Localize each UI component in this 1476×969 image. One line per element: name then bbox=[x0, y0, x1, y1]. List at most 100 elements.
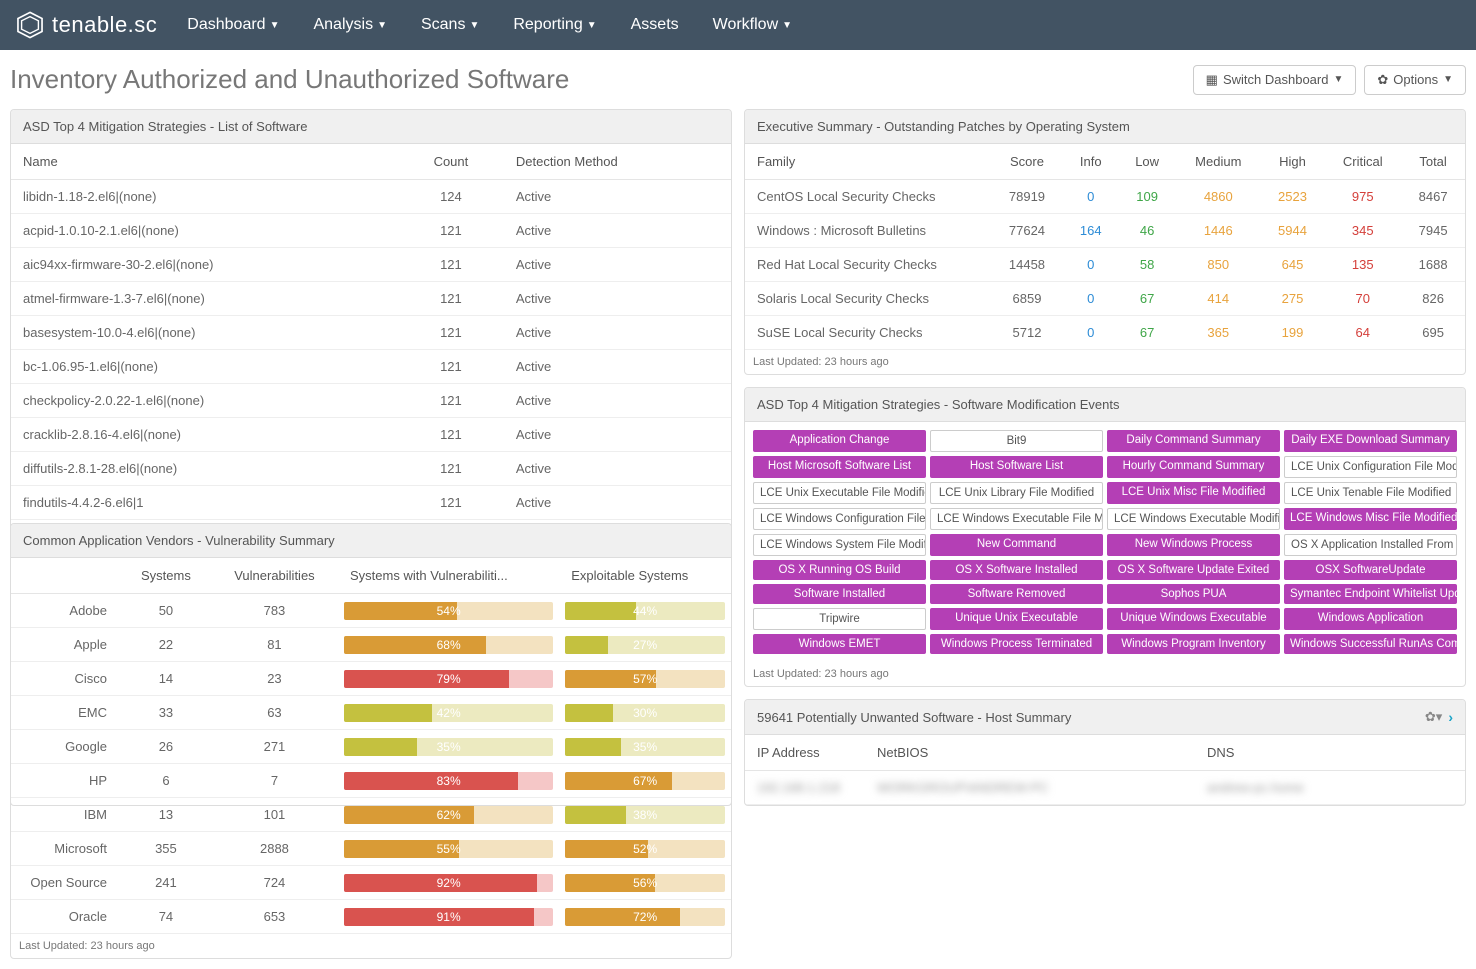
event-tag[interactable]: Unique Unix Executable bbox=[930, 608, 1103, 630]
brand-logo[interactable]: tenable.sc bbox=[16, 11, 157, 39]
event-tag[interactable]: Software Installed bbox=[753, 584, 926, 604]
event-tag[interactable]: Tripwire bbox=[753, 608, 926, 630]
table-row[interactable]: Red Hat Local Security Checks 14458 0 58… bbox=[745, 248, 1465, 282]
header-buttons: ▦ Switch Dashboard ▼ ✿ Options ▼ bbox=[1193, 65, 1466, 95]
table-row[interactable]: Windows : Microsoft Bulletins 77624 164 … bbox=[745, 214, 1465, 248]
pus-panel: 59641 Potentially Unwanted Software - Ho… bbox=[744, 699, 1466, 806]
table-row[interactable]: bc-1.06.95-1.el6|(none)121Active bbox=[11, 350, 731, 384]
event-tag[interactable]: Host Software List bbox=[930, 456, 1103, 478]
event-tag[interactable]: Symantec Endpoint Whitelist Upd bbox=[1284, 584, 1457, 604]
chevron-right-icon[interactable]: › bbox=[1448, 709, 1453, 725]
table-row[interactable]: cracklib-2.8.16-4.el6|(none)121Active bbox=[11, 418, 731, 452]
event-tag[interactable]: Windows Application bbox=[1284, 608, 1457, 630]
event-tag[interactable]: Daily EXE Download Summary bbox=[1284, 430, 1457, 452]
panel-title-row: 59641 Potentially Unwanted Software - Ho… bbox=[745, 700, 1465, 735]
event-tag[interactable]: Software Removed bbox=[930, 584, 1103, 604]
switch-dashboard-button[interactable]: ▦ Switch Dashboard ▼ bbox=[1193, 65, 1357, 95]
event-tag[interactable]: Host Microsoft Software List bbox=[753, 456, 926, 478]
exec-table: FamilyScoreInfoLowMediumHighCriticalTota… bbox=[745, 144, 1465, 350]
table-row[interactable]: basesystem-10.0-4.el6|(none)121Active bbox=[11, 316, 731, 350]
last-updated: Last Updated: 23 hours ago bbox=[11, 934, 731, 958]
nav-items: Dashboard▼ Analysis▼ Scans▼ Reporting▼ Asset… bbox=[187, 16, 792, 34]
event-tag[interactable]: Hourly Command Summary bbox=[1107, 456, 1280, 478]
pus-table: IP AddressNetBIOSDNS 192.168.1.218 WORKG… bbox=[745, 735, 1465, 805]
chevron-down-icon: ▼ bbox=[782, 20, 792, 31]
nav-workflow[interactable]: Workflow▼ bbox=[713, 16, 792, 34]
table-row[interactable]: libidn-1.18-2.el6|(none)124Active bbox=[11, 180, 731, 214]
nav-dashboard[interactable]: Dashboard▼ bbox=[187, 16, 279, 34]
event-tag[interactable]: LCE Unix Library File Modified bbox=[930, 482, 1103, 504]
event-tag[interactable]: LCE Unix Configuration File Modif bbox=[1284, 456, 1457, 478]
chevron-down-icon: ▼ bbox=[270, 20, 280, 31]
last-updated: Last Updated: 23 hours ago bbox=[745, 350, 1465, 374]
event-tag[interactable]: Unique Windows Executable bbox=[1107, 608, 1280, 630]
last-updated: Last Updated: 23 hours ago bbox=[745, 662, 1465, 686]
brand-text: tenable.sc bbox=[52, 12, 157, 38]
nav-analysis[interactable]: Analysis▼ bbox=[313, 16, 386, 34]
event-tag[interactable]: LCE Windows Executable Modifie bbox=[1107, 508, 1280, 530]
table-row[interactable]: Apple 22 81 68% 27% bbox=[11, 628, 731, 662]
table-row[interactable]: SuSE Local Security Checks 5712 0 67 365… bbox=[745, 316, 1465, 350]
event-tag[interactable]: OS X Software Installed bbox=[930, 560, 1103, 580]
table-row[interactable]: checkpolicy-2.0.22-1.el6|(none)121Active bbox=[11, 384, 731, 418]
table-row[interactable]: 192.168.1.218 WORKGROUP\ANDREW-PC andrew… bbox=[745, 771, 1465, 805]
event-tag[interactable]: New Command bbox=[930, 534, 1103, 556]
table-row[interactable]: IBM 13 101 62% 38% bbox=[11, 798, 731, 832]
vendor-table: SystemsVulnerabilitiesSystems with Vulne… bbox=[11, 558, 731, 934]
table-row[interactable]: diffutils-2.8.1-28.el6|(none)121Active bbox=[11, 452, 731, 486]
panel-title: Executive Summary - Outstanding Patches … bbox=[745, 110, 1465, 144]
nav-assets[interactable]: Assets bbox=[631, 16, 679, 34]
table-row[interactable]: EMC 33 63 42% 30% bbox=[11, 696, 731, 730]
event-tag[interactable]: Application Change bbox=[753, 430, 926, 452]
grid-icon: ▦ bbox=[1206, 72, 1218, 88]
right-top-column: Executive Summary - Outstanding Patches … bbox=[744, 109, 1466, 806]
event-tags: Application ChangeBit9Daily Command Summ… bbox=[745, 422, 1465, 662]
panel-title: Common Application Vendors - Vulnerabili… bbox=[11, 524, 731, 558]
event-tag[interactable]: LCE Windows System File Modifie bbox=[753, 534, 926, 556]
event-tag[interactable]: OS X Application Installed From R bbox=[1284, 534, 1457, 556]
nav-reporting[interactable]: Reporting▼ bbox=[513, 16, 596, 34]
event-tag[interactable]: New Windows Process bbox=[1107, 534, 1280, 556]
page-title: Inventory Authorized and Unauthorized So… bbox=[10, 64, 569, 95]
table-row[interactable]: acpid-1.0.10-2.1.el6|(none)121Active bbox=[11, 214, 731, 248]
event-tag[interactable]: Bit9 bbox=[930, 430, 1103, 452]
table-row[interactable]: atmel-firmware-1.3-7.el6|(none)121Active bbox=[11, 282, 731, 316]
table-row[interactable]: Adobe 50 783 54% 44% bbox=[11, 594, 731, 628]
event-tag[interactable]: LCE Unix Executable File Modified bbox=[753, 482, 926, 504]
panel-title: ASD Top 4 Mitigation Strategies - Softwa… bbox=[745, 388, 1465, 422]
event-tag[interactable]: LCE Unix Misc File Modified bbox=[1107, 482, 1280, 504]
event-tag[interactable]: OS X Running OS Build bbox=[753, 560, 926, 580]
events-panel: ASD Top 4 Mitigation Strategies - Softwa… bbox=[744, 387, 1466, 687]
event-tag[interactable]: Windows Successful RunAs Com bbox=[1284, 634, 1457, 654]
table-row[interactable]: CentOS Local Security Checks 78919 0 109… bbox=[745, 180, 1465, 214]
event-tag[interactable]: LCE Windows Misc File Modified bbox=[1284, 508, 1457, 530]
dashboard-grid: ASD Top 4 Mitigation Strategies - List o… bbox=[0, 109, 1476, 969]
event-tag[interactable]: Windows Program Inventory bbox=[1107, 634, 1280, 654]
table-row[interactable]: HP 6 7 83% 67% bbox=[11, 764, 731, 798]
table-row[interactable]: Cisco 14 23 79% 57% bbox=[11, 662, 731, 696]
tenable-icon bbox=[16, 11, 44, 39]
table-row[interactable]: findutils-4.4.2-6.el6|1121Active bbox=[11, 486, 731, 520]
table-row[interactable]: Microsoft 355 2888 55% 52% bbox=[11, 832, 731, 866]
event-tag[interactable]: LCE Windows Configuration File M bbox=[753, 508, 926, 530]
table-row[interactable]: Google 26 271 35% 35% bbox=[11, 730, 731, 764]
table-row[interactable]: Oracle 74 653 91% 72% bbox=[11, 900, 731, 934]
event-tag[interactable]: Sophos PUA bbox=[1107, 584, 1280, 604]
table-row[interactable]: aic94xx-firmware-30-2.el6|(none)121Activ… bbox=[11, 248, 731, 282]
event-tag[interactable]: OS X Software Update Exited bbox=[1107, 560, 1280, 580]
event-tag[interactable]: Windows EMET bbox=[753, 634, 926, 654]
event-tag[interactable]: OSX SoftwareUpdate bbox=[1284, 560, 1457, 580]
event-tag[interactable]: LCE Windows Executable File Mo bbox=[930, 508, 1103, 530]
table-row[interactable]: Open Source 241 724 92% 56% bbox=[11, 866, 731, 900]
event-tag[interactable]: Daily Command Summary bbox=[1107, 430, 1280, 452]
ip-cell: 192.168.1.218 bbox=[745, 771, 865, 805]
table-row[interactable]: Solaris Local Security Checks 6859 0 67 … bbox=[745, 282, 1465, 316]
event-tag[interactable]: Windows Process Terminated bbox=[930, 634, 1103, 654]
chevron-down-icon: ▼ bbox=[377, 20, 387, 31]
dns-cell: andrew-pc.home bbox=[1195, 771, 1465, 805]
event-tag[interactable]: LCE Unix Tenable File Modified bbox=[1284, 482, 1457, 504]
nav-scans[interactable]: Scans▼ bbox=[421, 16, 479, 34]
gear-icon[interactable]: ✿▾ bbox=[1425, 709, 1442, 725]
options-button[interactable]: ✿ Options ▼ bbox=[1364, 65, 1466, 95]
exec-summary-panel: Executive Summary - Outstanding Patches … bbox=[744, 109, 1466, 375]
